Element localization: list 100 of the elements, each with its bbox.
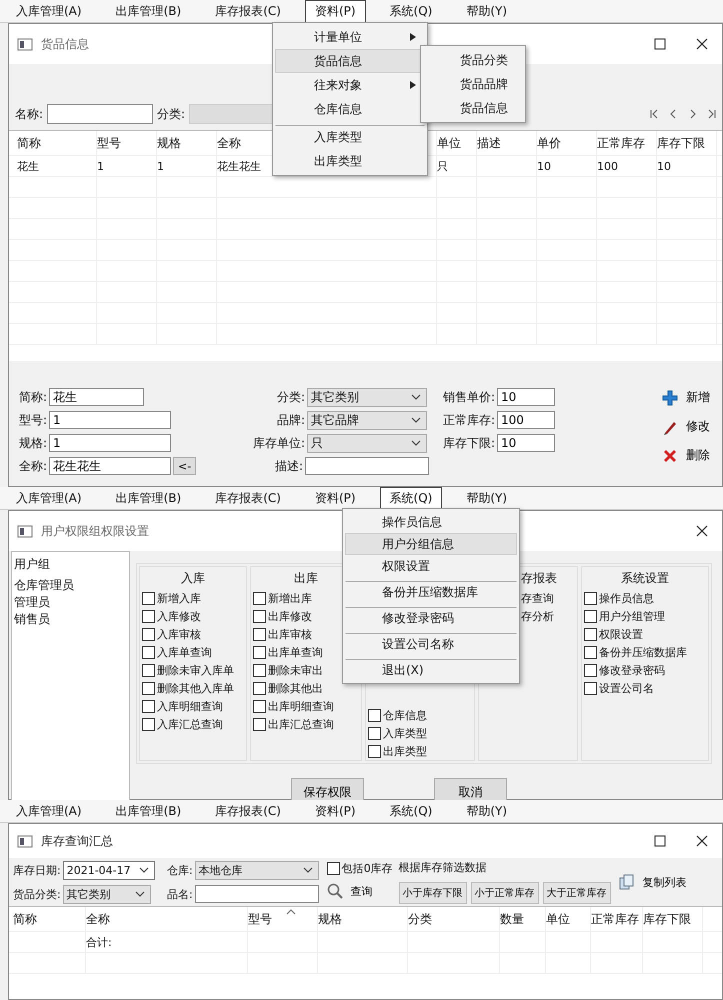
checkbox[interactable]: 用户分组管理 [584,608,706,625]
text-field[interactable]: 10 [497,388,555,406]
checkbox[interactable]: 入库类型 [368,725,472,742]
action-button[interactable]: 新增 [660,387,712,408]
checkbox[interactable]: 操作员信息 [584,590,706,607]
menu-item[interactable]: 权限设置 [345,555,517,577]
caret-icon [411,440,421,446]
checkbox[interactable]: 出库明细查询 [253,698,359,715]
menu-item[interactable]: 出库管理(B) [106,0,192,22]
checkbox[interactable]: 入库汇总查询 [142,716,244,733]
checkbox[interactable]: 入库明细查询 [142,698,244,715]
dropdown-field[interactable]: 本地仓库 [194,860,319,880]
action-button[interactable]: 删除 [660,445,712,466]
menu-item[interactable]: 货品分类 [423,48,523,72]
checkbox[interactable]: 入库修改 [142,608,244,625]
field-label: 型号: [19,412,48,428]
checkbox[interactable]: 入库审核 [142,626,244,643]
dropdown-field[interactable]: 2021-04-17 [62,860,155,880]
checkbox[interactable]: 删除其他入库单 [142,680,244,697]
filter-button[interactable]: 大于正常库存 [542,882,611,904]
list-item[interactable]: 销售员 [14,611,127,628]
filter-button[interactable]: 小于正常库存 [470,882,539,904]
action-button[interactable]: 修改 [660,416,712,437]
menu-item[interactable]: 出库管理(B) [106,800,192,822]
checkbox[interactable]: 设置公司名 [584,680,706,697]
name-field[interactable] [47,104,154,124]
caret-icon [134,891,145,897]
product-name-field[interactable] [194,885,319,903]
menu-item[interactable]: 入库管理(A) [6,486,92,510]
menu-item[interactable]: 出库管理(B) [106,486,192,510]
text-field[interactable]: 花生 [49,388,144,406]
filter-button[interactable]: 小于库存下限 [398,882,467,904]
sort-icon [286,909,296,915]
field-label: 品牌: [276,412,305,428]
menu-item[interactable]: 库存报表(C) [205,0,291,22]
field-label: 规格: [19,434,48,452]
menu-item[interactable]: 系统(Q) [380,0,442,22]
menu-item[interactable]: 入库管理(A) [6,800,92,822]
submenu-arrow-icon [410,81,416,89]
query-button[interactable]: 查询 [326,883,393,899]
text-field[interactable]: 100 [497,411,555,429]
text-field[interactable]: 10 [497,434,555,452]
checkbox[interactable]: 新增入库 [142,590,244,607]
menu-item[interactable]: 入库管理(A) [6,0,92,22]
checkbox[interactable]: 出库汇总查询 [253,716,359,733]
checkbox[interactable]: 仓库信息 [368,707,472,724]
column-header: 正常库存 [597,131,657,155]
menu-item[interactable]: 帮助(Y) [456,486,518,510]
checkbox[interactable]: 包括0库存 [326,860,393,877]
menu-item[interactable]: 库存报表(C) [205,486,291,510]
group-title: 存报表 [521,570,558,587]
dropdown-field[interactable]: 只 [307,434,427,452]
text-field[interactable]: 1 [49,411,172,429]
checkbox[interactable]: 删除未审入库单 [142,662,244,679]
text-field[interactable]: 花生花生 [49,457,172,475]
menu-item[interactable]: 库存报表(C) [205,800,291,822]
menu-item[interactable]: 帮助(Y) [456,0,518,22]
checkbox[interactable]: 删除其他出 [253,680,359,697]
menu-item[interactable]: 计量单位 [275,25,425,49]
menu-item[interactable]: 系统(Q) [380,486,442,510]
copy-list-button[interactable]: 复制列表 [618,874,687,890]
fill-button[interactable]: <- [173,457,196,475]
menu-item[interactable]: 货品信息 [423,96,523,120]
column-header: 单位 [546,907,591,931]
checkbox[interactable]: 备份并压缩数据库 [584,644,706,661]
field-label: 货品分类: [13,886,61,902]
menu-item[interactable]: 用户分组信息 [345,533,517,555]
list-item[interactable]: 仓库管理员 [14,577,127,594]
text-field[interactable]: 1 [49,434,172,452]
dropdown-field[interactable]: 其它类别 [307,388,427,406]
checkbox[interactable]: 出库类型 [368,743,472,760]
group-title: 系统设置 [620,570,670,587]
menu-item[interactable]: 资料(P) [304,0,366,22]
checkbox[interactable]: 入库单查询 [142,644,244,661]
permission-label: 存查询 [521,591,555,607]
group-title: 出库 [293,570,319,587]
menu-item[interactable]: 货品品牌 [423,72,523,96]
field-label: 描述: [274,458,303,474]
menu-item[interactable]: 退出(X) [345,659,517,681]
table-cell: 1 [157,156,217,176]
column-header: 单价 [537,131,597,155]
dropdown-field[interactable]: 其它品牌 [307,410,427,430]
menu-item[interactable]: 操作员信息 [345,511,517,533]
window-title: 货品信息 [41,36,89,52]
list-item[interactable]: 管理员 [14,594,127,611]
text-field[interactable] [305,457,429,475]
table-cell: 花生 [17,156,97,176]
menu-item[interactable]: 设置公司名称 [345,633,517,655]
dropdown-field[interactable]: 其它类别 [62,884,151,904]
menu-item[interactable]: 备份并压缩数据库 [345,581,517,603]
table-cell: 10 [537,156,597,176]
caret-icon [138,867,149,873]
checkbox[interactable]: 修改登录密码 [584,662,706,679]
column-header: 型号 [97,131,157,155]
menu-item[interactable]: 资料(P) [304,486,366,510]
column-header: 库存下限 [657,131,717,155]
menu-item[interactable]: 入库类型 [275,125,425,149]
checkbox[interactable]: 权限设置 [584,626,706,643]
menu-item[interactable]: 修改登录密码 [345,607,517,629]
close-icon [696,525,708,537]
